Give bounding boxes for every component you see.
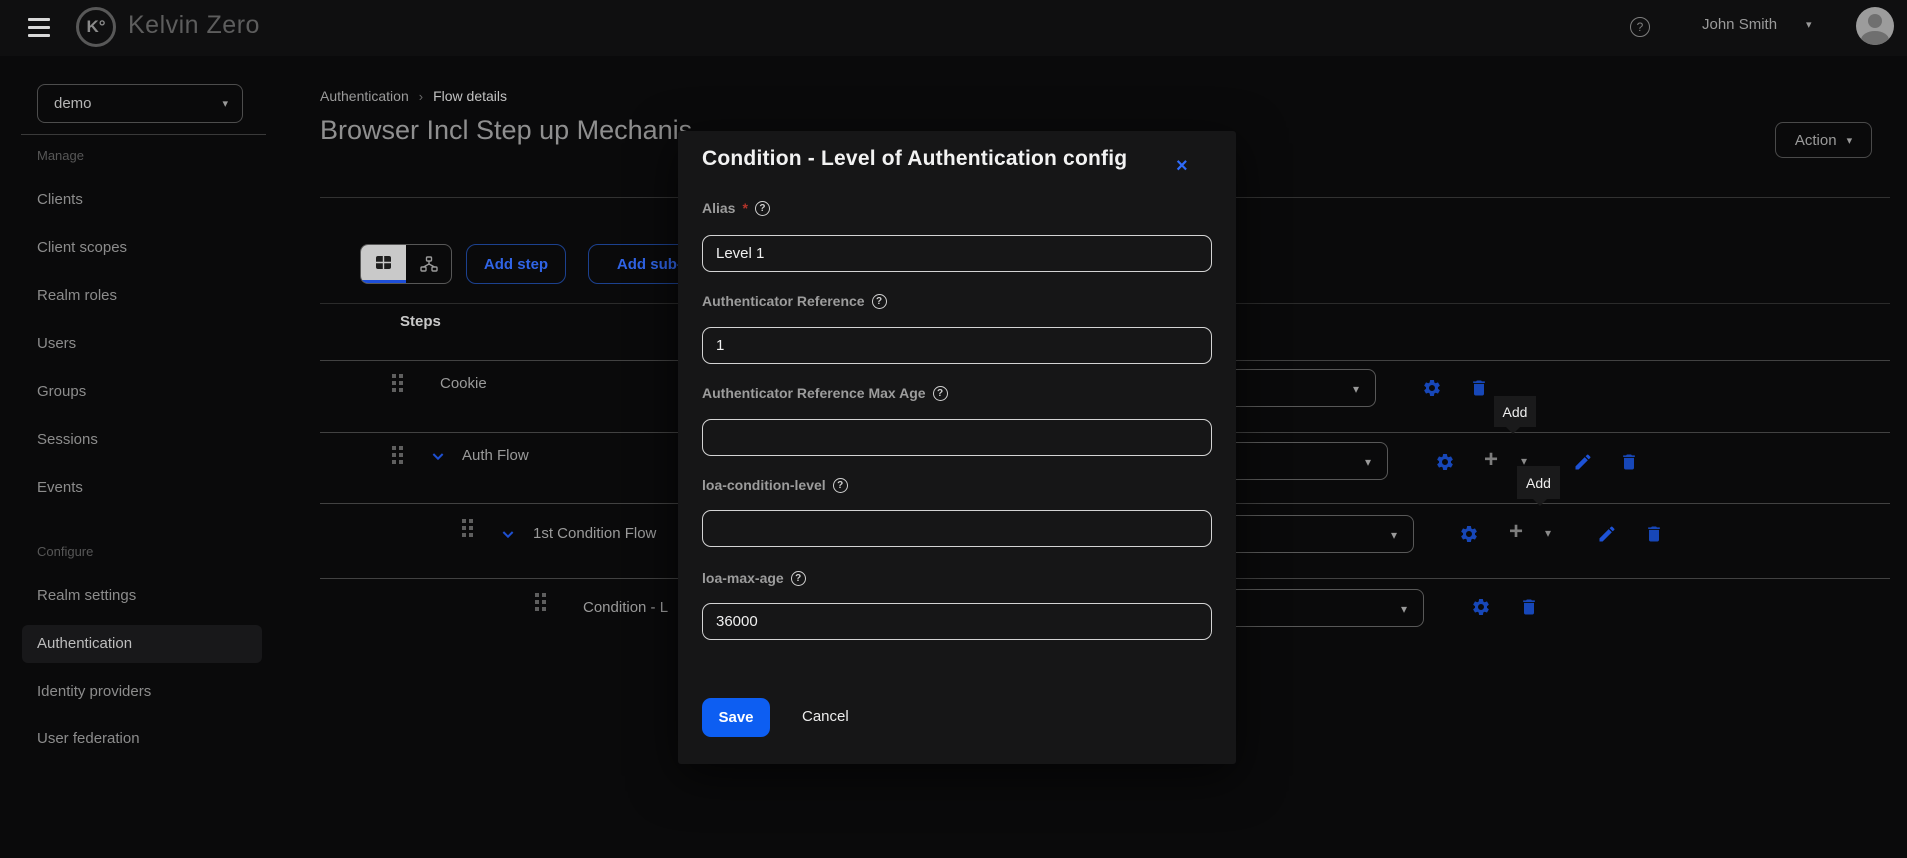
settings-gear-icon[interactable] [1435,452,1455,472]
add-tooltip: Add [1517,466,1560,506]
sidebar-item-groups[interactable]: Groups [37,383,86,400]
step-name-condition: Condition - L [583,599,669,616]
nav-section-configure: Configure [37,544,94,559]
user-chevron-down-icon[interactable]: ▾ [1806,18,1812,31]
delete-trash-icon[interactable] [1469,378,1489,398]
required-asterisk: * [742,200,748,216]
realm-chevron-down-icon: ▾ [222,98,228,110]
help-icon[interactable]: ? [871,293,887,309]
settings-gear-icon[interactable] [1471,597,1491,617]
help-icon[interactable]: ? [790,570,806,586]
step-name-1st-condition-flow: 1st Condition Flow [533,525,657,542]
table-view-toggle[interactable] [361,245,406,283]
authenticator-reference-label: Authenticator Reference ? [702,293,887,309]
sidebar-item-client-scopes[interactable]: Client scopes [37,239,127,256]
realm-selector[interactable]: demo ▾ [37,84,243,123]
condition-loa-config-dialog: Condition - Level of Authentication conf… [678,131,1236,764]
sidebar-item-users[interactable]: Users [37,335,76,352]
delete-trash-icon[interactable] [1644,524,1664,544]
breadcrumb-separator-icon: › [418,88,424,104]
save-button[interactable]: Save [702,698,770,737]
screen: K° Kelvin Zero ? John Smith ▾ demo ▾ Man… [0,0,1907,858]
add-tooltip: Add [1494,396,1536,434]
sidebar-item-realm-settings[interactable]: Realm settings [37,587,136,604]
view-toggle [360,244,452,284]
expand-chevron-down-icon[interactable] [500,526,516,542]
drag-handle-icon[interactable] [462,519,466,523]
drag-handle-icon[interactable] [535,593,539,597]
nav-section-manage: Manage [37,148,84,163]
tooltip-notch [1506,427,1520,434]
add-plus-icon[interactable]: + [1509,520,1523,544]
help-icon[interactable]: ? [754,200,770,216]
drag-handle-icon[interactable] [392,374,396,378]
alias-label: Alias * ? [702,200,770,216]
page-title: Browser Incl Step up Mechanis [320,115,693,145]
select-chevron-down-icon: ▾ [1364,455,1371,469]
step-name-auth-flow: Auth Flow [462,447,529,464]
diagram-view-icon [419,256,438,272]
loa-condition-level-input[interactable] [702,510,1212,547]
breadcrumb-flow-details: Flow details [433,88,507,104]
select-chevron-down-icon: ▾ [1390,528,1397,542]
breadcrumb: Authentication › Flow details [320,88,507,104]
loa-max-age-label: loa-max-age ? [702,570,806,586]
table-view-icon [376,256,391,269]
expand-chevron-down-icon[interactable] [430,448,446,464]
delete-trash-icon[interactable] [1519,597,1539,617]
sidebar-item-clients[interactable]: Clients [37,191,83,208]
breadcrumb-authentication[interactable]: Authentication [320,88,409,104]
help-icon[interactable]: ? [832,477,848,493]
add-step-button[interactable]: Add step [466,244,566,284]
edit-pencil-icon[interactable] [1573,452,1593,472]
tooltip-notch [1533,499,1547,506]
user-menu[interactable]: John Smith [1702,16,1777,33]
alias-input[interactable] [702,235,1212,272]
select-chevron-down-icon: ▾ [1352,382,1359,396]
close-icon[interactable]: × [1176,155,1188,178]
add-plus-icon[interactable]: + [1484,448,1498,472]
action-chevron-down-icon: ▾ [1846,134,1853,147]
sidebar-item-identity-providers[interactable]: Identity providers [37,683,151,700]
steps-column-header: Steps [400,313,441,330]
brand-title: Kelvin Zero [128,11,260,39]
action-dropdown-button[interactable]: Action ▾ [1775,122,1872,158]
sidebar-item-authentication[interactable]: Authentication [37,635,132,652]
authenticator-reference-max-age-input[interactable] [702,419,1212,456]
select-chevron-down-icon: ▾ [1400,602,1407,616]
hamburger-menu-icon[interactable] [28,18,50,37]
sidebar-item-user-federation[interactable]: User federation [37,730,140,747]
dialog-title: Condition - Level of Authentication conf… [702,147,1128,170]
sidebar-item-sessions[interactable]: Sessions [37,431,98,448]
avatar[interactable] [1856,7,1894,45]
loa-max-age-input[interactable] [702,603,1212,640]
sidebar-item-realm-roles[interactable]: Realm roles [37,287,117,304]
settings-gear-icon[interactable] [1422,378,1442,398]
cancel-button[interactable]: Cancel [802,708,849,725]
loa-condition-level-label: loa-condition-level ? [702,477,848,493]
sidebar-divider [21,134,266,135]
authenticator-reference-input[interactable] [702,327,1212,364]
add-chevron-down-icon[interactable]: ▾ [1545,526,1551,540]
realm-selector-value: demo [54,95,92,112]
help-icon[interactable]: ? [1630,17,1650,37]
diagram-view-toggle[interactable] [406,245,451,283]
kelvin-zero-logo-icon: K° [76,7,116,47]
top-bar [0,0,1907,56]
step-name-cookie: Cookie [440,375,487,392]
drag-handle-icon[interactable] [392,446,396,450]
authenticator-reference-max-age-label: Authenticator Reference Max Age ? [702,385,948,401]
delete-trash-icon[interactable] [1619,452,1639,472]
help-icon[interactable]: ? [932,385,948,401]
edit-pencil-icon[interactable] [1597,524,1617,544]
sidebar-item-events[interactable]: Events [37,479,83,496]
settings-gear-icon[interactable] [1459,524,1479,544]
